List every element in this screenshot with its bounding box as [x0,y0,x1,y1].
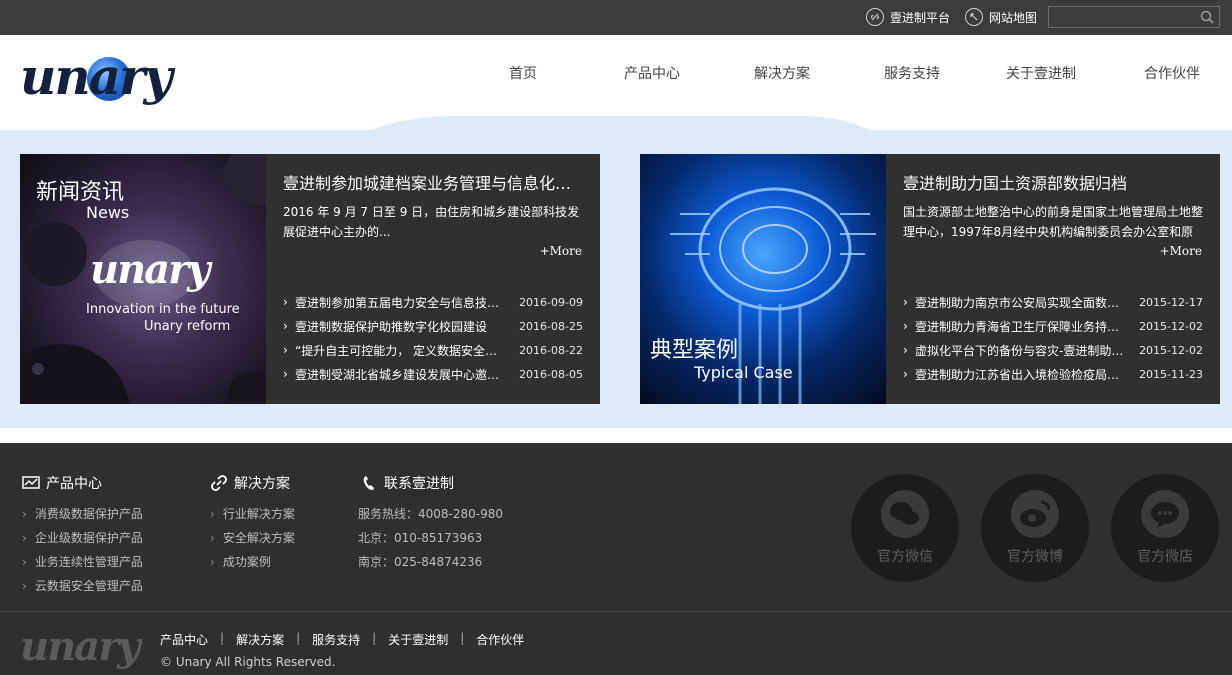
footer-link-about[interactable]: 关于壹进制 [388,631,448,648]
footer-contact: 联系壹进制 服务热线：4008-280-980 北京：010-85173963 … [358,473,504,574]
chevron-right-icon: › [903,295,908,309]
footer-contact-heading: 联系壹进制 [360,473,503,493]
news-image-slogan-1: Innovation in the future [86,302,240,317]
list-item[interactable]: › 虚拟化平台下的备份与容灾-壹进制助力客户 2015-12-02 [903,338,1203,362]
nav-partners[interactable]: 合作伙伴 [1144,63,1200,83]
news-more-link[interactable]: +More [540,244,582,258]
news-image-slogan-2: Unary reform [144,319,231,334]
platform-link[interactable]: 壹进制平台 [866,8,950,26]
chart-icon [22,476,40,489]
footer-solution-link[interactable]: › 成功案例 [210,550,295,574]
footer-logo[interactable]: unary [20,623,140,670]
nav-home[interactable]: 首页 [509,63,537,83]
footer-solution-link[interactable]: › 安全解决方案 [210,526,295,550]
link-icon [211,475,227,491]
list-item[interactable]: ›壹进制助力江苏省出入境检验检疫局数据保护2015-11-23 [903,362,1203,386]
footer-product-link[interactable]: › 云数据安全管理产品 [22,574,143,598]
chevron-right-icon: › [283,367,288,381]
chevron-right-icon: › [283,295,288,309]
cases-image-subtitle: Typical Case [694,363,793,382]
wechat-icon [881,490,929,538]
cases-headline[interactable]: 壹进制助力国土资源部数据归档 [903,170,1203,194]
news-image-logo: unary [90,246,210,293]
cases-summary: 国土资源部土地整治中心的前身是国家土地管理局土地整理中心，1997年8月经中央机… [903,205,1203,239]
news-summary: 2016 年 9 月 7 日至 9 日，由住房和城乡建设部科技发展促进中心主办的… [283,205,580,239]
news-body: 壹进制参加城建档案业务管理与信息化建设 2016 年 9 月 7 日至 9 日，… [266,154,600,404]
footer: 产品中心 › 消费级数据保护产品 › 企业级数据保护产品 › 业务连续性管理产品 › 云… [0,443,1232,675]
footer-solutions-heading: 解决方案 [210,473,295,493]
cases-panel: 典型案例 Typical Case 壹进制助力国土资源部数据归档 国土资源部土地… [640,154,1220,404]
list-item[interactable]: › 壹进制助力南京市公安局实现全面数据保护 2015-12-17 [903,290,1203,314]
list-item[interactable]: › 壹进制参加第五届电力安全与信息技术论坛 2016-09-09 [283,290,583,314]
footer-product-link[interactable]: › 企业级数据保护产品 [22,526,143,550]
nav-products[interactable]: 产品中心 [624,63,680,83]
platform-label: 壹进制平台 [890,10,951,25]
copyright: © Unary All Rights Reserved. [160,655,336,669]
top-bar: 壹进制平台 网站地图 [0,0,1232,35]
weibo-icon [1011,490,1059,538]
news-list: › 壹进制参加第五届电力安全与信息技术论坛 2016-09-09 › 壹进制数据保护助… [283,290,583,386]
list-item[interactable]: › 壹进制助力青海省卫生厅保障业务持续运行 2015-12-02 [903,314,1203,338]
cases-image-title: 典型案例 [650,338,739,363]
footer-link-products[interactable]: 产品中心 [160,631,208,648]
search-icon[interactable] [1200,10,1214,24]
list-item[interactable]: › 壹进制受湖北省城乡建设发展中心邀请参加 2016-08-05 [283,362,583,386]
list-item[interactable]: › “提升自主可控能力， 定义数据安全新标准” 2016-08-22 [283,338,583,362]
footer-nav: 产品中心 | 解决方案 | 服务支持 | 关于壹进制 | 合作伙伴 [160,631,525,648]
footer-solutions: 解决方案 › 行业解决方案 › 安全解决方案 › 成功案例 [210,473,295,574]
cases-more-link[interactable]: +More [1160,244,1202,258]
link-icon [866,8,884,26]
news-image[interactable]: 新闻资讯 News unary Innovation in the future… [20,154,266,404]
footer-products: 产品中心 › 消费级数据保护产品 › 企业级数据保护产品 › 业务连续性管理产品 › 云… [22,473,143,598]
nav-support[interactable]: 服务支持 [884,63,940,83]
news-image-subtitle: News [86,203,130,222]
band-curve [0,116,1232,138]
weibo-button[interactable]: 官方微博 [981,474,1089,582]
footer-product-link[interactable]: › 消费级数据保护产品 [22,502,143,526]
footer-link-partners[interactable]: 合作伙伴 [476,631,524,648]
logo-text: unary [20,47,172,106]
footer-hotline: 服务热线：4008-280-980 [358,507,504,521]
news-panel: 新闻资讯 News unary Innovation in the future… [20,154,600,404]
footer-link-solutions[interactable]: 解决方案 [236,631,284,648]
news-headline[interactable]: 壹进制参加城建档案业务管理与信息化建设 [283,170,583,194]
wechat-button[interactable]: 官方微信 [851,474,959,582]
news-image-title: 新闻资讯 [36,180,125,205]
chevron-right-icon: › [903,319,908,333]
chevron-right-icon: › [283,319,288,333]
chevron-right-icon: › [903,367,908,381]
nav-about[interactable]: 关于壹进制 [1006,63,1076,83]
search-box [1048,6,1220,28]
phone-icon [363,476,374,490]
footer-nanjing-phone: 南京：025-84874236 [358,555,483,569]
nav-solutions[interactable]: 解决方案 [754,63,810,83]
cases-body: 壹进制助力国土资源部数据归档 国土资源部土地整治中心的前身是国家土地管理局土地整… [886,154,1220,404]
chevron-right-icon: › [903,343,908,357]
weidian-button[interactable]: 官方微店 [1111,474,1219,582]
logo[interactable]: unary [20,47,190,107]
list-item[interactable]: › 壹进制数据保护助推数字化校园建设 2016-08-25 [283,314,583,338]
cases-image[interactable]: 典型案例 Typical Case [640,154,886,404]
footer-products-heading: 产品中心 [22,473,143,493]
footer-product-link[interactable]: › 业务连续性管理产品 [22,550,143,574]
chevron-right-icon: › [283,343,288,357]
footer-solution-link[interactable]: › 行业解决方案 [210,502,295,526]
footer-beijing-phone: 北京：010-85173963 [358,531,483,545]
search-input[interactable] [1049,7,1199,27]
cases-list: › 壹进制助力南京市公安局实现全面数据保护 2015-12-17 › 壹进制助力青海省… [903,290,1203,386]
shop-icon [1141,490,1189,538]
footer-link-support[interactable]: 服务支持 [312,631,360,648]
sitemap-link[interactable]: 网站地图 [965,8,1037,26]
footer-divider [0,611,1232,612]
compass-icon [965,8,983,26]
sitemap-label: 网站地图 [989,10,1038,25]
